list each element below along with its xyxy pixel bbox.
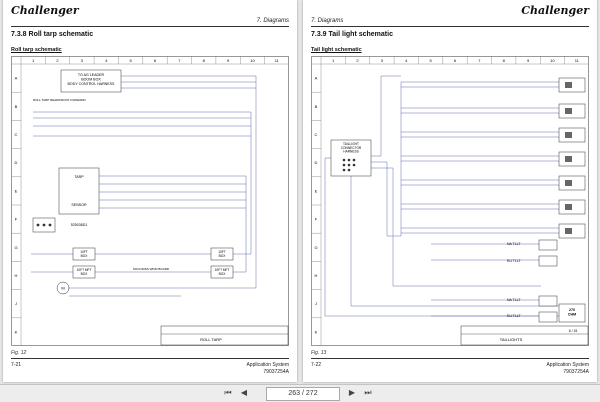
page-number: 7-22 [311,362,322,368]
page-number: 7-21 [11,362,22,368]
title-block-label: TAILLIGHTS [500,337,523,342]
column-label: 8 [203,58,206,63]
column-label: 1 [332,58,335,63]
svg-text:M: M [61,286,64,291]
column-label: 3 [81,58,84,63]
column-label: 1 [32,58,35,63]
section-label: 7. Diagrams [256,18,289,24]
next-page-icon[interactable]: ▶ [346,387,358,399]
row-label: A [315,76,318,81]
column-header-row: 1 2 3 4 5 6 7 8 9 10 11 [332,56,580,64]
row-label: F [15,217,18,222]
row-label: E [15,188,18,193]
column-label: 7 [478,58,481,63]
figure-caption: Fig. 13 [311,350,327,356]
column-label: 6 [454,58,457,63]
brand-logo: Challenger [11,4,79,17]
diagram-subtitle: Tail light schematic [311,47,362,53]
page-indicator-input[interactable]: 263 / 272 [266,387,340,401]
row-label: C [15,132,18,137]
part-id: 525036D1 [71,223,88,227]
row-header-column: A B C D E F G H J K [11,76,21,334]
lamp-label-4: EU TLLT [507,314,522,318]
footer-code: 79037254A [263,369,289,375]
row-label: E [315,188,318,193]
section-title: 7.3.8 Roll tarp schematic [11,31,94,38]
last-page-icon[interactable]: ⏭ [362,387,374,399]
row-label: B [315,104,318,109]
page-ref: 6 / 15 [569,329,578,333]
column-label: 8 [503,58,506,63]
row-label: D [15,160,18,165]
lamp-column [538,77,586,323]
column-label: 3 [381,58,384,63]
column-label: 7 [178,58,181,63]
row-label: K [315,329,318,334]
right-page: 7. Diagrams Challenger 7.3.9 Tail light … [303,0,597,382]
row-label: G [314,245,317,250]
wire-bundle [324,75,559,317]
section-title: 7.3.9 Tail light schematic [311,31,393,38]
tail-light-diagram: 1 2 3 4 5 6 7 8 9 10 11 ABCDEFGHJK TAILLIGHT CONNEC… [311,56,589,346]
column-label: 5 [130,58,133,63]
roll-tarp-diagram: 1 2 3 4 5 6 7 8 9 10 11 ABCDEFGHJK TO AG LEADER BOO… [11,56,289,346]
lamp-label-1: NA TLLT [507,242,521,246]
column-label: 2 [356,58,359,63]
column-label: 4 [405,58,408,63]
column-label: 5 [430,58,433,63]
row-label: C [315,132,318,137]
divider [311,26,589,27]
divider [311,358,589,359]
tarp-module-bottom: SENSOR [71,203,87,207]
svg-text:10FTBOX: 10FT BOX [80,250,88,258]
row-label: K [15,329,18,334]
column-label: 6 [154,58,157,63]
row-label: J [315,301,317,306]
svg-text:10FTBOX: 10FT BOX [218,250,226,258]
row-label: J [15,301,17,306]
tarp-top-label: ROLL TARP REAR/FRONT FORWARD [33,98,87,102]
column-label: 10 [550,58,555,63]
lamp-label-3: NA TLLT [507,298,521,302]
row-label: A [15,76,18,81]
divider [11,358,289,359]
row-label: F [315,217,318,222]
column-label: 11 [275,58,280,63]
column-label: 4 [105,58,108,63]
row-label: H [315,273,318,278]
center-label: SOCODISS WIND BOARD [133,267,170,271]
svg-text:270CHM: 270 CHM [568,308,576,317]
footer-code: 79037254A [563,369,589,375]
viewer-toolbar: ⏮ ◀ 263 / 272 ▶ ⏭ [0,384,600,402]
column-label: 11 [575,58,580,63]
first-page-icon[interactable]: ⏮ [222,387,234,399]
row-label: G [14,245,17,250]
tarp-module-top: TARP [74,175,84,179]
divider [11,26,289,27]
left-page: Challenger 7. Diagrams 7.3.8 Roll tarp s… [3,0,297,382]
column-label: 9 [527,58,530,63]
row-label: D [315,160,318,165]
column-label: 2 [56,58,59,63]
diagram-subtitle: Roll tarp schematic [11,47,62,53]
row-header-column: A B C D E F G H J K [311,76,321,334]
footer-title: Application System [246,362,289,368]
row-label: H [15,273,18,278]
figure-caption: Fig. 12 [11,350,27,356]
column-label: 10 [250,58,255,63]
lamp-label-2: EU TLLT [507,259,522,263]
column-header-row: 1 2 3 4 5 6 7 8 9 10 11 [32,56,280,64]
title-block [160,325,289,346]
column-label: 9 [227,58,230,63]
footer-title: Application System [546,362,589,368]
prev-page-icon[interactable]: ◀ [238,387,250,399]
brand-logo: Challenger [521,4,589,17]
row-label: B [15,104,18,109]
title-block-label: ROLL TARP [200,337,222,342]
section-label: 7. Diagrams [311,18,344,24]
